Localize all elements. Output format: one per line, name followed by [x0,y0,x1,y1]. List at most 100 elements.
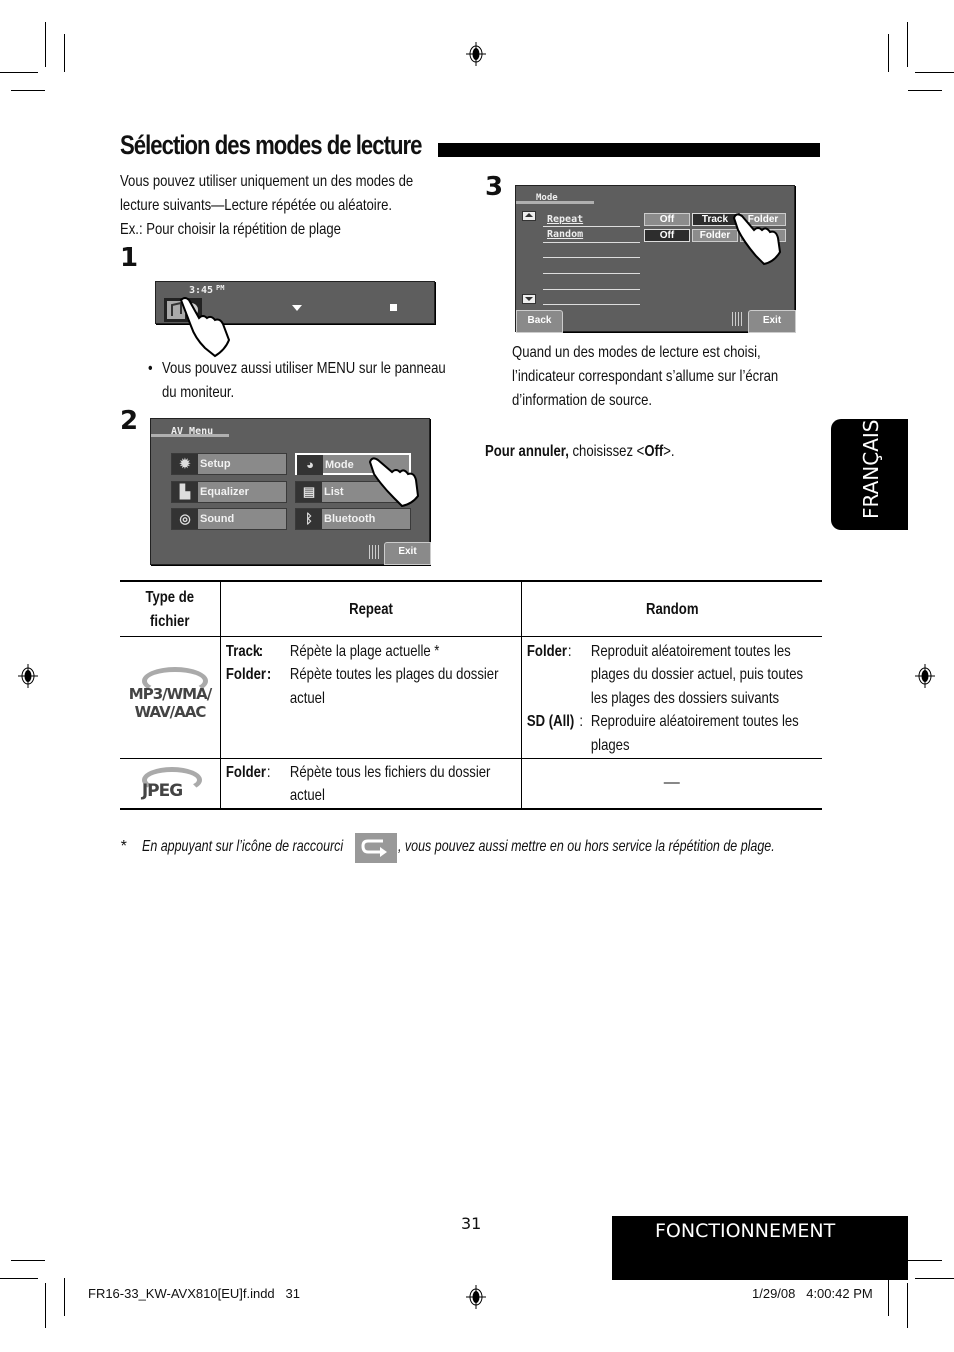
registration-mark-icon [466,1285,486,1309]
screen-header: Mode [536,193,558,203]
entry-key: Folder [526,642,567,660]
menu-equalizer-button[interactable]: ▙ Equalizer [171,481,287,503]
menu-label: Equalizer [200,486,249,498]
menu-label: Mode [325,459,354,471]
desc-line: l’indicateur correspondant s’allume sur … [512,368,779,385]
file-slug: FR16-33_KW-AVX810[EU]f.indd 31 [88,1286,300,1301]
note-line: Vous pouvez aussi utiliser MENU sur le p… [162,360,446,377]
entry-text: Répète toutes les plages du dossier [289,666,498,683]
row-label-random: Random [547,229,584,240]
entry-key: Folder [225,763,266,781]
hand-pointer-icon [732,213,782,266]
random-off-option[interactable]: Off [644,229,690,242]
crop-mark [0,1278,38,1279]
down-arrow-icon[interactable] [292,305,302,311]
not-applicable-dash: — [663,774,680,792]
exit-button[interactable]: Exit [384,542,431,565]
cancel-label: Pour annuler, [485,443,569,460]
entry-text: actuel [289,787,325,804]
step3-description: Quand un des modes de lecture est choisi… [512,341,837,413]
colon: : [266,666,271,683]
intro-line: Vous pouvez utiliser uniquement un des m… [120,173,414,190]
step-number: 2 [120,406,139,436]
header-random: Random [520,580,822,637]
crop-mark [908,90,942,91]
menu-label: List [324,486,344,498]
cancel-instruction: Pour annuler, choisissez <Off>. [485,440,675,464]
intro-text: Vous pouvez utiliser uniquement un des m… [120,170,478,242]
crop-mark [888,1278,889,1316]
entry-text: plages du dossier actuel, puis toutes [590,666,803,683]
table-row: MP3/WMA/ WAV/AAC Track : Répète la plage… [120,635,822,759]
step-number: 3 [485,172,504,202]
logo-line: WAV/AAC [134,702,207,721]
colon: : [567,642,572,660]
menu-setup-button[interactable]: ✹ Setup [171,453,287,475]
equalizer-icon: ▙ [172,482,198,502]
cancel-text: choisissez < [568,443,645,460]
menu-label: Sound [200,513,235,525]
mode-table: Type de fichier Repeat Random MP3/WMA/ W… [120,580,822,810]
language-tab: FRANÇAIS [831,419,908,530]
list-rule [543,242,640,243]
exit-button[interactable]: Exit [748,310,796,333]
crop-mark [915,72,954,73]
menu-label: Bluetooth [324,513,376,525]
crop-mark [11,90,45,91]
intro-line: lecture suivants—Lecture répétée ou aléa… [120,197,393,214]
footnote-text: , vous pouvez aussi mettre en ou hors se… [398,838,775,855]
header-label: Random [645,601,698,618]
registration-mark-icon [915,664,935,688]
row-label-repeat: Repeat [547,214,584,225]
bullet: • [148,360,153,377]
mode-icon: ◕ [297,455,323,475]
date-slug: 1/29/08 4:00:42 PM [752,1286,873,1301]
crop-mark [915,1278,954,1279]
back-button[interactable]: Back [516,310,563,333]
header-repeat: Repeat [219,580,522,637]
scroll-down-button[interactable] [522,294,536,304]
crop-mark [907,22,908,67]
clock-time: 3:45 [189,285,214,296]
list-rule [543,304,640,305]
footnote-star: * [120,838,127,855]
footnote-text: En appuyant sur l’icône de raccourci [142,838,344,855]
menu-bluetooth-button[interactable]: ᛒ Bluetooth [295,508,411,530]
grip-icon [732,312,744,326]
random-cell: Folder : Reproduit aléatoirement toutes … [520,635,822,759]
logo-line: MP3/WMA/ [128,684,212,703]
section-label-box: FONCTIONNEMENT [612,1216,908,1280]
crop-mark [908,1260,942,1261]
bluetooth-icon: ᛒ [296,509,322,529]
entry-key: Folder [225,666,266,683]
intro-line: Ex.: Pour choisir la répétition de plage [120,221,341,238]
menu-sound-button[interactable]: ◎ Sound [171,508,287,530]
crop-mark [45,22,46,67]
entry-key: SD (All) [526,713,574,730]
entry-key: Track [225,642,260,660]
note-line: du moniteur. [162,384,235,401]
crop-mark [64,34,65,72]
desc-line: d’information de source. [512,392,653,409]
crop-mark [907,1283,908,1328]
page-title: Sélection des modes de lecture [120,130,422,160]
colon: : [266,763,271,781]
entry-text: plages [590,736,630,754]
entry-text: les plages des dossiers suivants [590,689,779,707]
step-number: 1 [120,243,139,273]
repeat-shortcut-icon [355,833,397,863]
file-type-cell: JPEG [120,757,221,810]
header-line: Type de [145,589,195,606]
repeat-off-option[interactable]: Off [644,213,690,226]
colon: : [258,642,263,660]
colon: : [578,713,583,730]
crop-mark [64,1278,65,1316]
language-label: FRANÇAIS [859,419,883,519]
registration-mark-icon [466,42,486,66]
mp3-wma-wav-aac-logo: MP3/WMA/ WAV/AAC [120,685,220,721]
entry-text: Reproduire aléatoirement toutes les [590,713,799,730]
menu-label: Setup [200,458,231,470]
scroll-up-button[interactable] [522,211,536,221]
stop-icon[interactable] [390,304,397,311]
list-rule [543,226,640,227]
